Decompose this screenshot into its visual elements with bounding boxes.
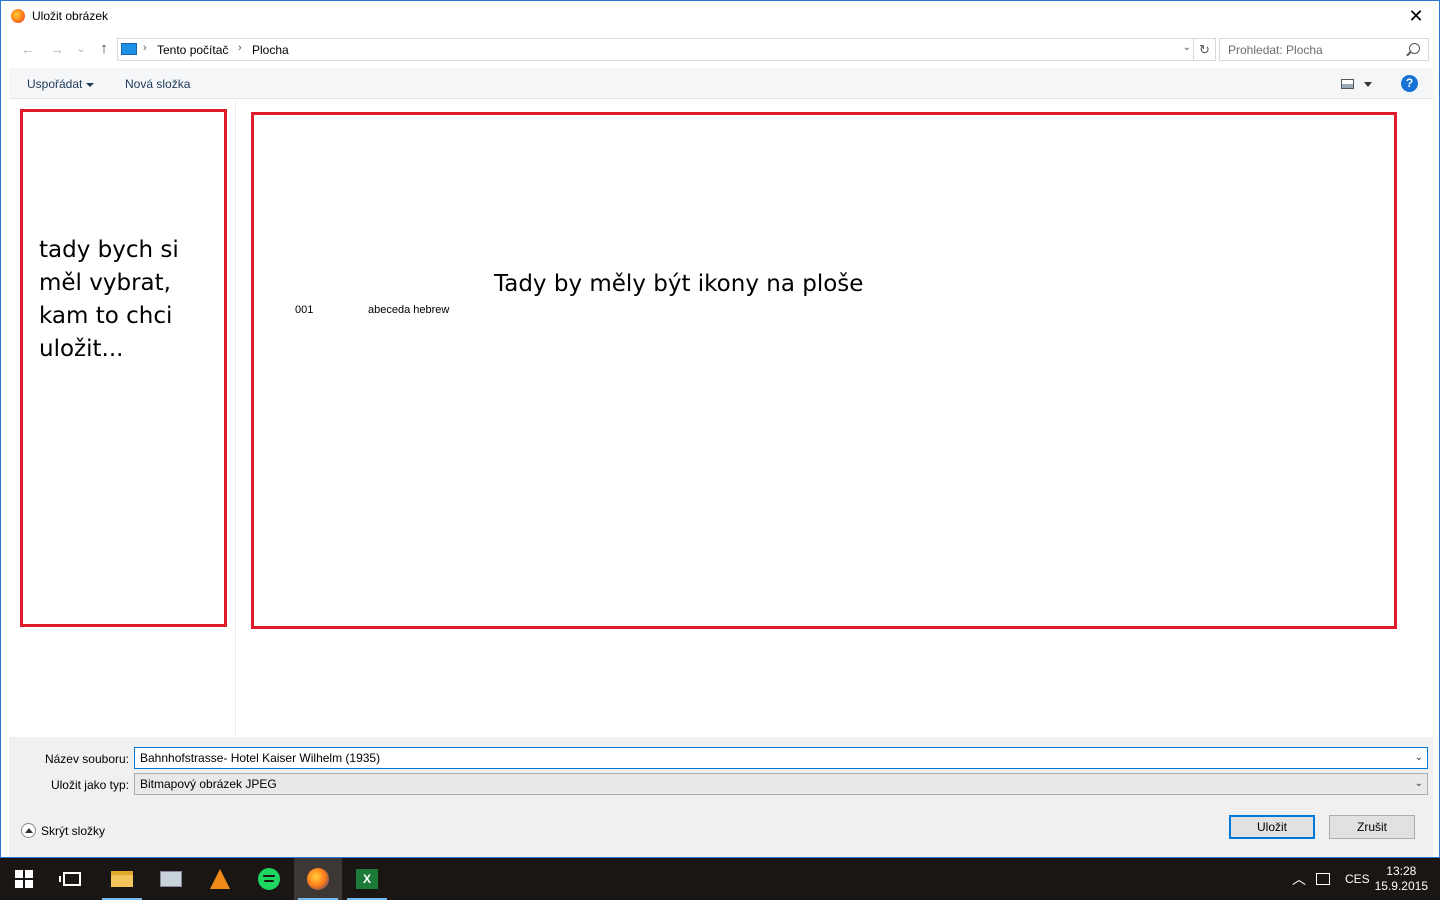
start-icon [15, 870, 33, 888]
computer-icon [121, 43, 137, 55]
action-center-button[interactable] [1316, 858, 1330, 900]
taskbar-spotify[interactable] [245, 858, 293, 900]
recent-locations-button[interactable]: ⌄ [70, 39, 92, 59]
annotation-box-main: Tady by měly být ikony na ploše [251, 112, 1397, 629]
annotation-text-left: tady bych si měl vybrat, kam to chci ulo… [39, 237, 179, 362]
vlc-icon [210, 869, 230, 889]
up-button[interactable]: ↑ [93, 39, 115, 59]
close-button[interactable]: ✕ [1393, 1, 1439, 32]
chevron-down-icon[interactable]: ⌄ [1183, 42, 1191, 53]
task-view-icon [59, 872, 81, 886]
view-options-icon[interactable] [1341, 79, 1354, 89]
taskbar-firefox[interactable] [294, 858, 342, 900]
language-label: CES [1345, 872, 1370, 886]
chevron-up-icon: ︿ [1292, 871, 1306, 887]
caret-down-icon [86, 82, 95, 87]
clock[interactable]: 13:28 15.9.2015 [1375, 864, 1428, 894]
start-button[interactable] [0, 858, 48, 900]
caret-down-icon[interactable] [1364, 82, 1372, 87]
taskbar: X ︿ CES 13:28 15.9.2015 [0, 858, 1440, 900]
photos-icon [160, 871, 182, 887]
chevron-down-icon[interactable]: ⌄ [1415, 778, 1423, 789]
navigation-row: ← → ⌄ ↑ › Tento počítač › Plocha ⌄ ↻ Pro… [9, 35, 1433, 65]
chevron-up-icon [21, 823, 36, 838]
command-bar: Uspořádat Nová složka ? [9, 68, 1433, 99]
clock-date: 15.9.2015 [1374, 879, 1428, 893]
chevron-right-icon: › [238, 42, 242, 54]
save-dialog: Uložit obrázek ✕ ← → ⌄ ↑ › Tento počítač… [0, 0, 1440, 858]
new-folder-button[interactable]: Nová složka [125, 77, 190, 91]
window-title: Uložit obrázek [32, 9, 109, 23]
forward-button[interactable]: → [46, 39, 68, 59]
taskbar-file-explorer[interactable] [98, 858, 146, 900]
show-hidden-icons-button[interactable]: ︿ [1292, 858, 1306, 900]
organize-label: Uspořádat [27, 77, 83, 91]
refresh-button[interactable]: ↻ [1193, 39, 1215, 60]
file-explorer-icon [111, 871, 133, 887]
cancel-button[interactable]: Zrušit [1329, 815, 1415, 839]
taskbar-excel[interactable]: X [343, 858, 391, 900]
address-bar[interactable]: › Tento počítač › Plocha ⌄ ↻ [117, 38, 1216, 61]
help-icon[interactable]: ? [1401, 75, 1418, 92]
filename-label: Název souboru: [44, 752, 129, 766]
chevron-down-icon[interactable]: ⌄ [1415, 752, 1423, 763]
filename-field[interactable]: Bahnhofstrasse- Hotel Kaiser Wilhelm (19… [134, 747, 1428, 769]
back-button[interactable]: ← [17, 39, 39, 59]
language-indicator[interactable]: CES [1345, 858, 1370, 900]
hide-folders-label: Skrýt složky [41, 824, 106, 838]
notification-icon [1316, 873, 1330, 885]
filename-value: Bahnhofstrasse- Hotel Kaiser Wilhelm (19… [140, 751, 381, 765]
chevron-right-icon: › [143, 42, 147, 54]
save-form: Název souboru: Bahnhofstrasse- Hotel Kai… [9, 737, 1433, 857]
clock-time: 13:28 [1386, 864, 1417, 878]
taskbar-vlc[interactable] [196, 858, 244, 900]
organize-button[interactable]: Uspořádat [27, 77, 95, 91]
breadcrumb-this-pc[interactable]: Tento počítač [157, 43, 228, 57]
filetype-value: Bitmapový obrázek JPEG [140, 777, 277, 791]
taskbar-photos[interactable] [147, 858, 195, 900]
title-bar[interactable]: Uložit obrázek ✕ [1, 1, 1439, 32]
search-input[interactable]: Prohledat: Plocha [1219, 38, 1429, 61]
firefox-icon [307, 868, 329, 890]
search-placeholder: Prohledat: Plocha [1228, 43, 1323, 57]
annotation-text-main: Tady by měly být ikony na ploše [494, 271, 864, 297]
excel-icon: X [356, 869, 378, 889]
filetype-select[interactable]: Bitmapový obrázek JPEG ⌄ [134, 773, 1428, 795]
task-view-button[interactable] [48, 858, 96, 900]
firefox-icon [11, 9, 25, 23]
filetype-label: Uložit jako typ: [50, 778, 129, 792]
search-icon[interactable] [1409, 43, 1420, 54]
annotation-box-left: tady bych si měl vybrat, kam to chci ulo… [20, 109, 227, 627]
breadcrumb-desktop[interactable]: Plocha [252, 43, 289, 57]
save-button[interactable]: Uložit [1229, 815, 1315, 839]
spotify-icon [258, 868, 280, 890]
